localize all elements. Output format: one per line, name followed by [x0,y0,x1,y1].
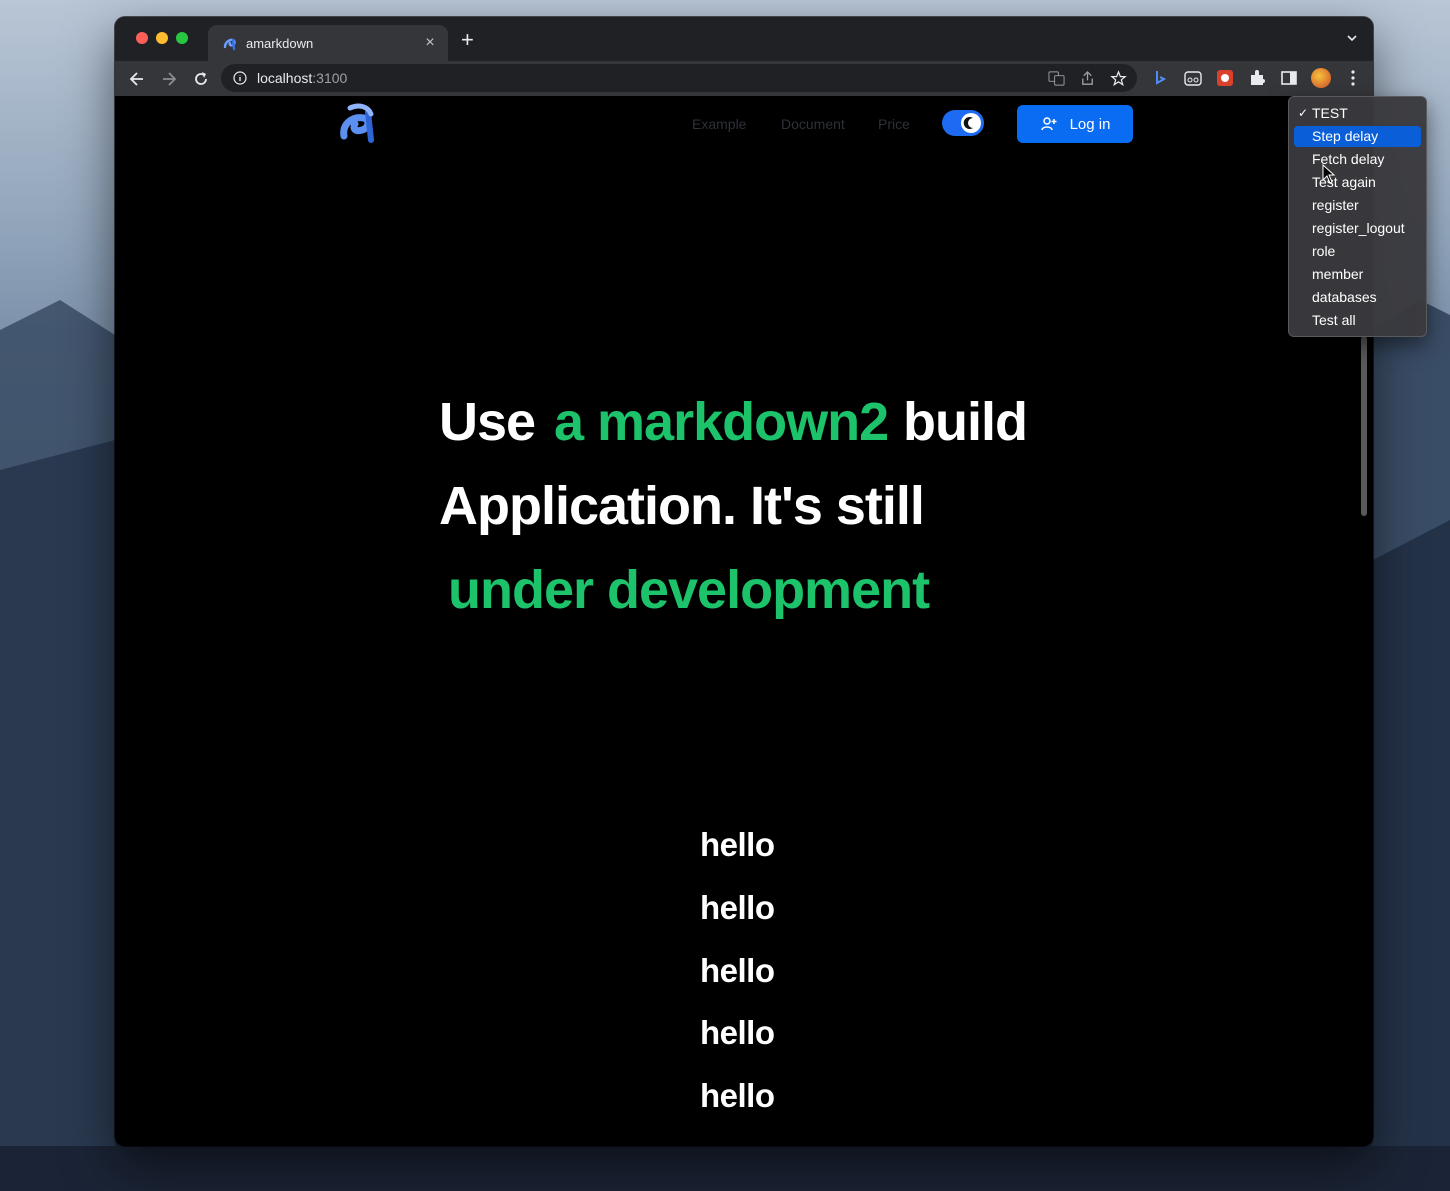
menu-item-label: register_logout [1312,220,1405,236]
hello-text: hello [700,889,775,926]
side-panel-icon[interactable] [1279,68,1299,88]
amarkdown-logo-icon[interactable] [338,102,380,144]
glasses-extension-icon[interactable] [1183,68,1203,88]
menu-item-step-delay[interactable]: Step delay [1294,126,1421,147]
maximize-window-button[interactable] [176,32,188,44]
hero-word-build: build [903,392,1028,452]
checkmark-icon: ✓ [1298,106,1309,120]
window-controls [136,32,188,44]
address-bar[interactable]: localhost:3100 [221,64,1137,92]
hello-text: hello [700,1077,775,1114]
nav-example[interactable]: Example [692,116,746,132]
url-host: localhost [257,70,313,86]
menu-item-role[interactable]: role [1294,241,1421,262]
url-port: :3100 [312,70,348,86]
moon-icon [963,117,973,129]
menu-item-databases[interactable]: databases [1294,287,1421,308]
hero-line-3: under development [448,560,930,620]
extensions-puzzle-icon[interactable] [1247,68,1267,88]
tab-bar: amarkdown × + [115,17,1373,61]
menu-item-test-all[interactable]: Test all [1294,310,1421,331]
hello-text: hello [700,952,775,989]
login-label: Log in [1069,115,1111,133]
amarkdown-favicon-icon [223,38,236,51]
menu-item-label: TEST [1312,105,1348,121]
reload-icon[interactable] [191,69,211,89]
test-dropdown-menu: ✓ TEST Step delay Fetch delay Test again… [1288,96,1427,337]
page-viewport: Example Document Price Log in Use a mark… [115,96,1373,1146]
tab-close-icon[interactable]: × [422,34,438,52]
more-menu-icon[interactable] [1343,68,1363,88]
menu-item-register[interactable]: register [1294,195,1421,216]
site-info-icon[interactable] [233,71,247,85]
menu-item-member[interactable]: member [1294,264,1421,285]
tab-title: amarkdown [246,35,314,51]
nav-document[interactable]: Document [781,116,845,132]
forward-arrow-icon[interactable] [159,69,179,89]
translate-icon[interactable] [1048,70,1065,87]
menu-item-label: databases [1312,289,1377,305]
hero-highlight-markdown2: a markdown2 [554,392,889,452]
menu-item-fetch-delay[interactable]: Fetch delay [1294,149,1421,170]
profile-avatar[interactable] [1311,68,1331,88]
tab-amarkdown[interactable]: amarkdown × [208,25,448,61]
theme-toggle[interactable] [942,110,984,136]
menu-item-label: Step delay [1312,128,1379,144]
menu-item-test[interactable]: ✓ TEST [1294,103,1421,124]
close-window-button[interactable] [136,32,148,44]
back-arrow-icon[interactable] [127,69,147,89]
menu-item-label: role [1312,243,1336,259]
menu-item-label: member [1312,266,1364,282]
menu-item-label: Test all [1312,312,1356,328]
new-tab-button[interactable]: + [461,29,474,51]
share-icon[interactable] [1079,70,1096,87]
menu-item-test-again[interactable]: Test again [1294,172,1421,193]
hello-text: hello [700,1014,775,1051]
hero-line-2: Application. It's still [439,476,925,536]
mouse-cursor-icon [1322,164,1336,184]
login-button[interactable]: Log in [1017,105,1133,143]
menu-item-label: register [1312,197,1359,213]
menu-item-register-logout[interactable]: register_logout [1294,218,1421,239]
toggle-knob [961,113,981,133]
bookmark-star-icon[interactable] [1110,70,1127,87]
tab-search-chevron-icon[interactable] [1345,31,1359,45]
hello-text: hello [700,826,775,863]
bing-extension-icon[interactable] [1151,68,1171,88]
add-user-icon [1040,117,1057,131]
red-extension-icon[interactable] [1215,68,1235,88]
minimize-window-button[interactable] [156,32,168,44]
nav-price[interactable]: Price [878,116,910,132]
hero-word-use: Use [439,392,536,452]
browser-toolbar: localhost:3100 [115,61,1373,96]
browser-window: amarkdown × + localhost:3100 Example Do… [115,17,1373,1146]
page-scrollbar[interactable] [1361,336,1367,516]
